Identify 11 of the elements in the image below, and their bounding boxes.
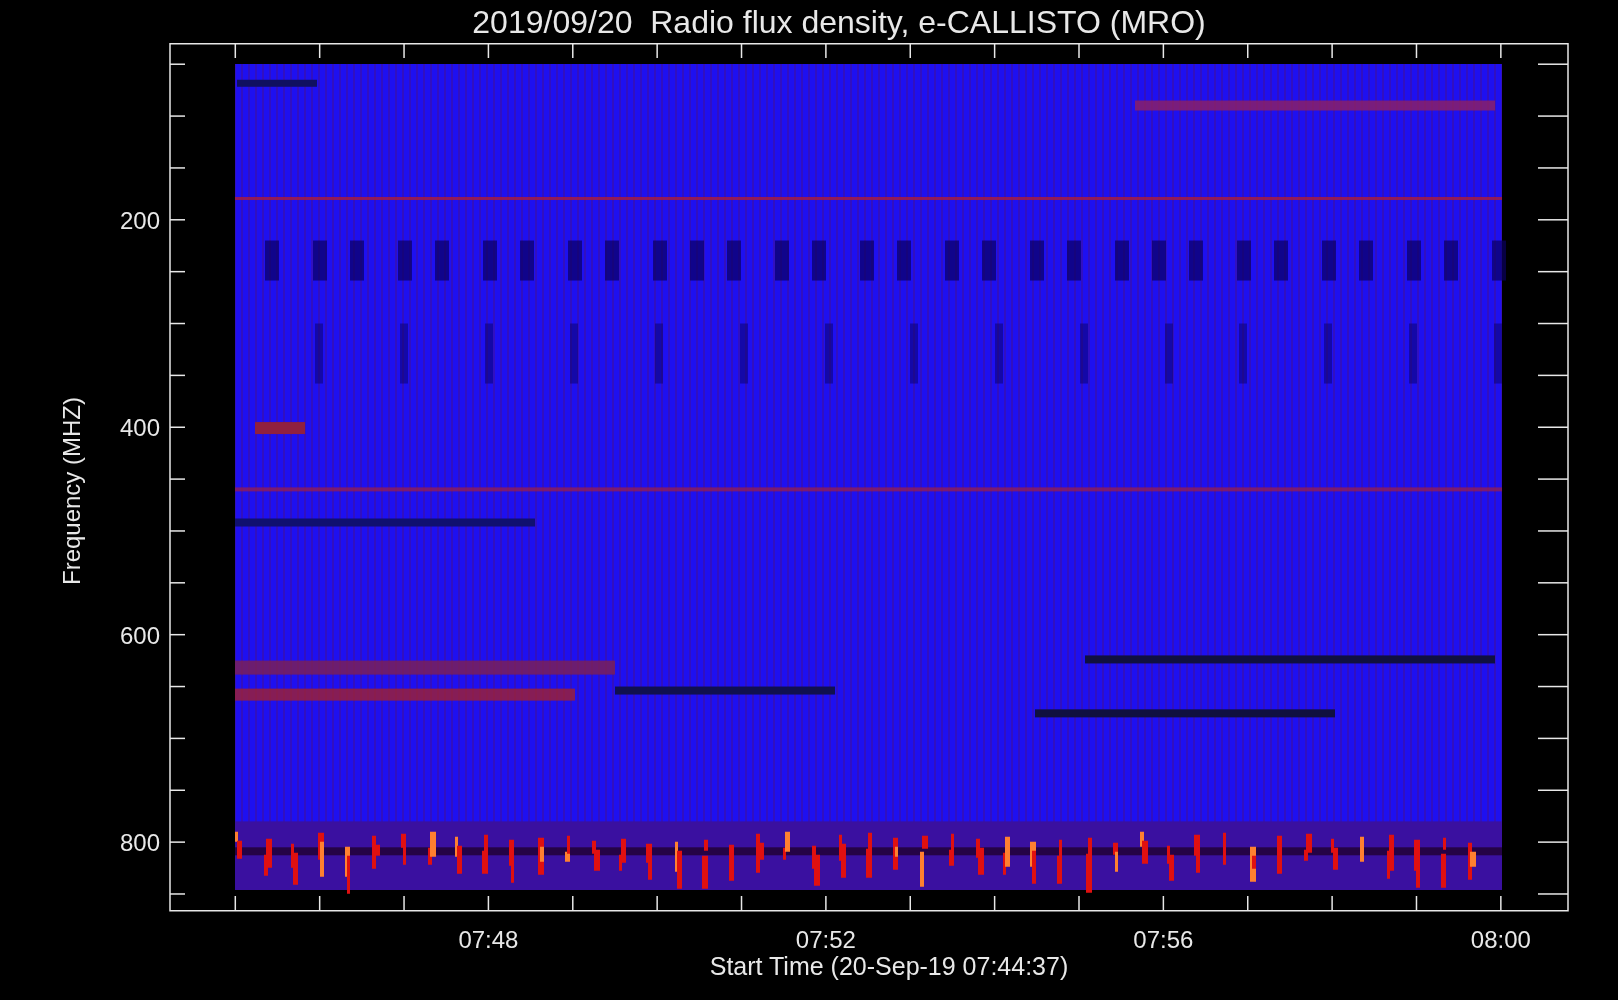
x-tick-label: 07:56 xyxy=(1133,926,1194,953)
y-tick-label: 400 xyxy=(119,414,160,442)
x-tick-label: 08:00 xyxy=(1470,926,1531,953)
y-tick-label: 600 xyxy=(119,621,160,649)
y-tick-label: 200 xyxy=(119,206,160,234)
x-axis-label: Start Time (20-Sep-19 07:44:37) xyxy=(709,952,1069,981)
chart-title: 2019/09/20 Radio flux density, e-CALLISTO (MRO) xyxy=(472,5,1206,38)
y-tick-label: 800 xyxy=(119,829,160,857)
y-axis-label: Frequency (MHZ) xyxy=(58,396,87,585)
x-tick-label: 07:48 xyxy=(458,926,519,953)
x-tick-label: 07:52 xyxy=(795,926,856,953)
